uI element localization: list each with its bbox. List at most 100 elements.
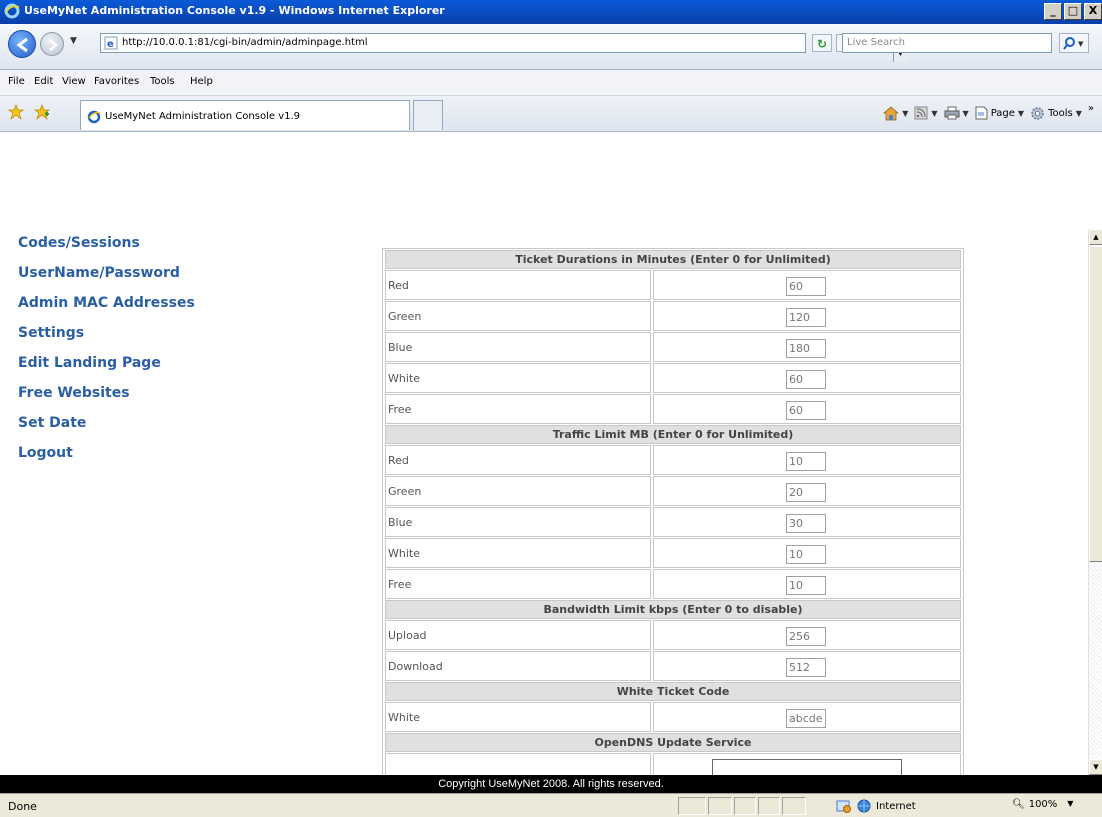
- scroll-down-icon[interactable]: ▼: [1089, 759, 1102, 775]
- section-header-traffic-limit: Traffic Limit MB (Enter 0 for Unlimited): [385, 425, 961, 444]
- sidebar-item-admin-mac-addresses[interactable]: Admin MAC Addresses: [18, 295, 195, 325]
- table-row: White: [385, 363, 961, 393]
- url-text: http://10.0.0.1:81/cgi-bin/admin/adminpa…: [122, 37, 368, 48]
- traffic-blue-input[interactable]: [786, 514, 826, 533]
- add-favorite-icon[interactable]: [34, 104, 50, 120]
- row-label: Upload: [385, 620, 651, 650]
- table-row: White: [385, 538, 961, 568]
- duration-blue-input[interactable]: [786, 339, 826, 358]
- status-panel: [678, 797, 706, 815]
- sidebar-item-username-password[interactable]: UserName/Password: [18, 265, 195, 295]
- feeds-dropdown-icon[interactable]: ▼: [931, 109, 937, 118]
- window-title-bar[interactable]: UseMyNet Administration Console v1.9 - W…: [0, 0, 1102, 24]
- table-row: [385, 753, 961, 775]
- bandwidth-upload-input[interactable]: [786, 627, 826, 646]
- sidebar-nav: Codes/Sessions UserName/Password Admin M…: [18, 235, 195, 475]
- back-button[interactable]: [8, 30, 36, 58]
- svg-text:e: e: [107, 39, 114, 50]
- zoom-dropdown-icon[interactable]: ▼: [1067, 799, 1073, 810]
- back-arrow-icon: [16, 37, 28, 53]
- page-menu-button[interactable]: Page ▼: [975, 106, 1024, 120]
- protected-mode-icon: [836, 800, 851, 813]
- settings-table: Ticket Durations in Minutes (Enter 0 for…: [382, 248, 964, 775]
- tab-bar: UseMyNet Administration Console v1.9 ▼ ▼: [0, 96, 1102, 132]
- traffic-free-input[interactable]: [786, 576, 826, 595]
- table-row: White: [385, 702, 961, 732]
- status-panel: [708, 797, 732, 815]
- search-icon: ▼: [1063, 37, 1084, 50]
- scroll-up-icon[interactable]: ▲: [1089, 229, 1102, 245]
- ie-page-icon: [87, 110, 101, 124]
- duration-red-input[interactable]: [786, 277, 826, 296]
- duration-free-input[interactable]: [786, 401, 826, 420]
- table-row: Free: [385, 394, 961, 424]
- menu-favorites[interactable]: Favorites: [94, 76, 139, 87]
- row-label: Green: [385, 301, 651, 331]
- favorites-star-icon[interactable]: [8, 104, 24, 120]
- feeds-button[interactable]: ▼: [914, 106, 938, 120]
- row-label: [385, 753, 651, 775]
- print-dropdown-icon[interactable]: ▼: [963, 109, 969, 118]
- row-label: White: [385, 702, 651, 732]
- search-button[interactable]: ▼: [1059, 33, 1089, 53]
- opendns-input[interactable]: [712, 759, 902, 775]
- forward-button[interactable]: [40, 32, 64, 56]
- tab-admin-console[interactable]: UseMyNet Administration Console v1.9: [80, 100, 410, 130]
- row-label: Free: [385, 569, 651, 599]
- zoom-control[interactable]: 🔍︎ 100% ▼: [1012, 799, 1073, 810]
- sidebar-item-edit-landing-page[interactable]: Edit Landing Page: [18, 355, 195, 385]
- menu-tools[interactable]: Tools: [150, 76, 175, 87]
- zoom-icon: 🔍︎: [1012, 799, 1025, 810]
- zoom-level: 100%: [1028, 799, 1058, 810]
- white-ticket-code-input[interactable]: [786, 709, 826, 728]
- close-button[interactable]: X: [1084, 3, 1102, 20]
- vertical-scrollbar[interactable]: ▲ ▼: [1088, 229, 1102, 775]
- bandwidth-download-input[interactable]: [786, 658, 826, 677]
- print-button[interactable]: ▼: [944, 106, 969, 120]
- row-label: Red: [385, 445, 651, 475]
- recent-pages-dropdown-icon[interactable]: ▼: [70, 36, 82, 50]
- page-icon: [975, 106, 988, 120]
- home-button[interactable]: ▼: [883, 106, 908, 121]
- traffic-green-input[interactable]: [786, 483, 826, 502]
- traffic-white-input[interactable]: [786, 545, 826, 564]
- tools-menu-button[interactable]: Tools ▼: [1030, 106, 1082, 121]
- chevron-more-icon[interactable]: »: [1088, 103, 1094, 114]
- duration-green-input[interactable]: [786, 308, 826, 327]
- menu-edit[interactable]: Edit: [34, 76, 53, 87]
- sidebar-item-free-websites[interactable]: Free Websites: [18, 385, 195, 415]
- url-input[interactable]: e http://10.0.0.1:81/cgi-bin/admin/admin…: [100, 33, 907, 62]
- menu-file[interactable]: File: [8, 76, 25, 87]
- sidebar-item-set-date[interactable]: Set Date: [18, 415, 195, 445]
- home-icon: [883, 106, 900, 120]
- page-menu-label: Page: [990, 107, 1015, 119]
- menu-view[interactable]: View: [62, 76, 86, 87]
- sidebar-item-logout[interactable]: Logout: [18, 445, 195, 475]
- security-zone[interactable]: Internet: [836, 799, 916, 813]
- new-tab-button[interactable]: [413, 100, 443, 130]
- scroll-thumb[interactable]: [1089, 246, 1102, 562]
- duration-white-input[interactable]: [786, 370, 826, 389]
- forward-arrow-icon: [49, 39, 58, 51]
- table-row: Blue: [385, 332, 961, 362]
- row-label: Green: [385, 476, 651, 506]
- window-title: UseMyNet Administration Console v1.9 - W…: [24, 4, 445, 17]
- refresh-button[interactable]: ↻: [812, 34, 832, 52]
- table-row: Blue: [385, 507, 961, 537]
- home-dropdown-icon[interactable]: ▼: [902, 109, 908, 118]
- sidebar-item-settings[interactable]: Settings: [18, 325, 195, 355]
- menu-help[interactable]: Help: [190, 76, 213, 87]
- traffic-red-input[interactable]: [786, 452, 826, 471]
- minimize-button[interactable]: _: [1044, 3, 1062, 20]
- globe-icon: [857, 799, 871, 813]
- row-label: Download: [385, 651, 651, 681]
- section-header-ticket-durations: Ticket Durations in Minutes (Enter 0 for…: [385, 250, 961, 269]
- row-label: Free: [385, 394, 651, 424]
- maximize-button[interactable]: □: [1064, 3, 1082, 20]
- table-row: Red: [385, 445, 961, 475]
- status-panel: [734, 797, 756, 815]
- status-panel: [758, 797, 780, 815]
- search-input[interactable]: Live Search: [842, 33, 1052, 53]
- sidebar-item-codes-sessions[interactable]: Codes/Sessions: [18, 235, 195, 265]
- zone-label: Internet: [876, 800, 916, 812]
